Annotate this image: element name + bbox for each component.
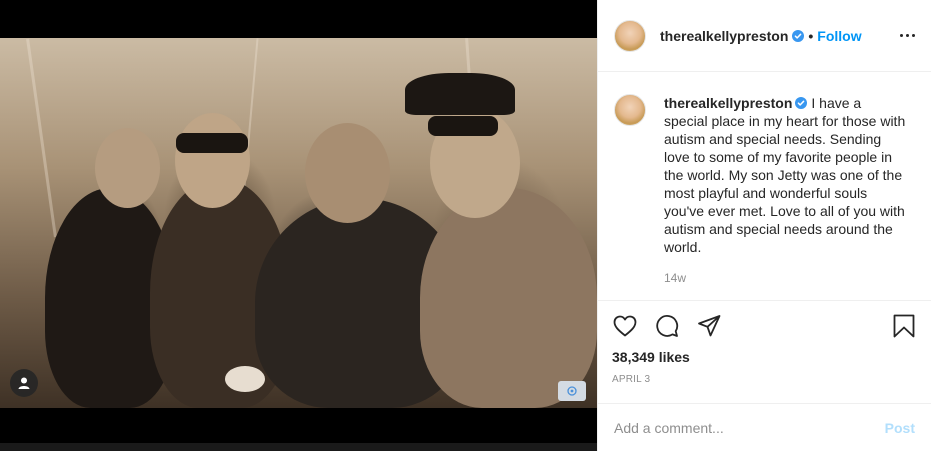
- caption: therealkellypreston I have a special pla…: [664, 94, 906, 256]
- caption-username[interactable]: therealkellypreston: [664, 95, 792, 111]
- cup: [225, 366, 265, 392]
- post-date[interactable]: APRIL 3: [612, 374, 917, 385]
- more-options-icon[interactable]: [892, 26, 915, 45]
- share-icon[interactable]: [696, 313, 722, 339]
- tagged-users-button[interactable]: [10, 369, 38, 397]
- actions-area: 38,349 likes APRIL 3: [598, 300, 931, 403]
- sunglasses: [176, 133, 248, 153]
- bookmark-icon[interactable]: [891, 313, 917, 339]
- comment-input[interactable]: [614, 419, 885, 436]
- bookmark-icon-svg: [893, 314, 915, 338]
- face: [95, 128, 160, 208]
- heart-icon-svg: [613, 315, 637, 337]
- post-sidebar: therealkellypreston • Follow therealkell…: [597, 0, 931, 451]
- more-dot: [912, 34, 915, 37]
- header-user: therealkellypreston • Follow: [660, 28, 862, 44]
- comment-bar: Post: [598, 403, 931, 451]
- person-man: [420, 188, 597, 408]
- verified-badge-icon: [792, 29, 805, 42]
- share-icon-svg: [698, 315, 721, 337]
- post-photo[interactable]: [0, 38, 597, 408]
- avatar[interactable]: [614, 19, 646, 52]
- likes-count[interactable]: 38,349 likes: [612, 349, 917, 365]
- face: [305, 123, 390, 223]
- header-username[interactable]: therealkellypreston: [660, 28, 788, 44]
- separator-dot: •: [808, 27, 814, 44]
- comment-icon[interactable]: [654, 313, 680, 339]
- media-pane: [0, 0, 597, 451]
- face: [175, 113, 250, 208]
- heart-icon[interactable]: [612, 313, 638, 339]
- cap: [405, 73, 515, 115]
- post-header: therealkellypreston • Follow: [598, 0, 931, 72]
- caption-body: therealkellypreston I have a special pla…: [664, 94, 906, 300]
- post-comment-button[interactable]: Post: [885, 420, 915, 436]
- verified-badge-icon: [795, 97, 808, 109]
- caption-time-ago[interactable]: 14w: [664, 271, 906, 285]
- alt-text-badge[interactable]: [558, 381, 586, 401]
- comment-icon-svg: [656, 315, 679, 337]
- action-icons: [612, 311, 917, 341]
- sunglasses: [428, 116, 498, 136]
- caption-avatar[interactable]: [614, 94, 646, 126]
- caption-area: therealkellypreston I have a special pla…: [598, 72, 931, 300]
- person-icon: [18, 377, 30, 389]
- more-dot: [900, 34, 903, 37]
- info-icon: [567, 386, 577, 396]
- follow-button[interactable]: Follow: [817, 28, 861, 44]
- caption-text: I have a special place in my heart for t…: [664, 95, 906, 255]
- more-dot: [906, 34, 909, 37]
- filmstrip: [0, 443, 597, 451]
- rigging-line: [26, 38, 57, 238]
